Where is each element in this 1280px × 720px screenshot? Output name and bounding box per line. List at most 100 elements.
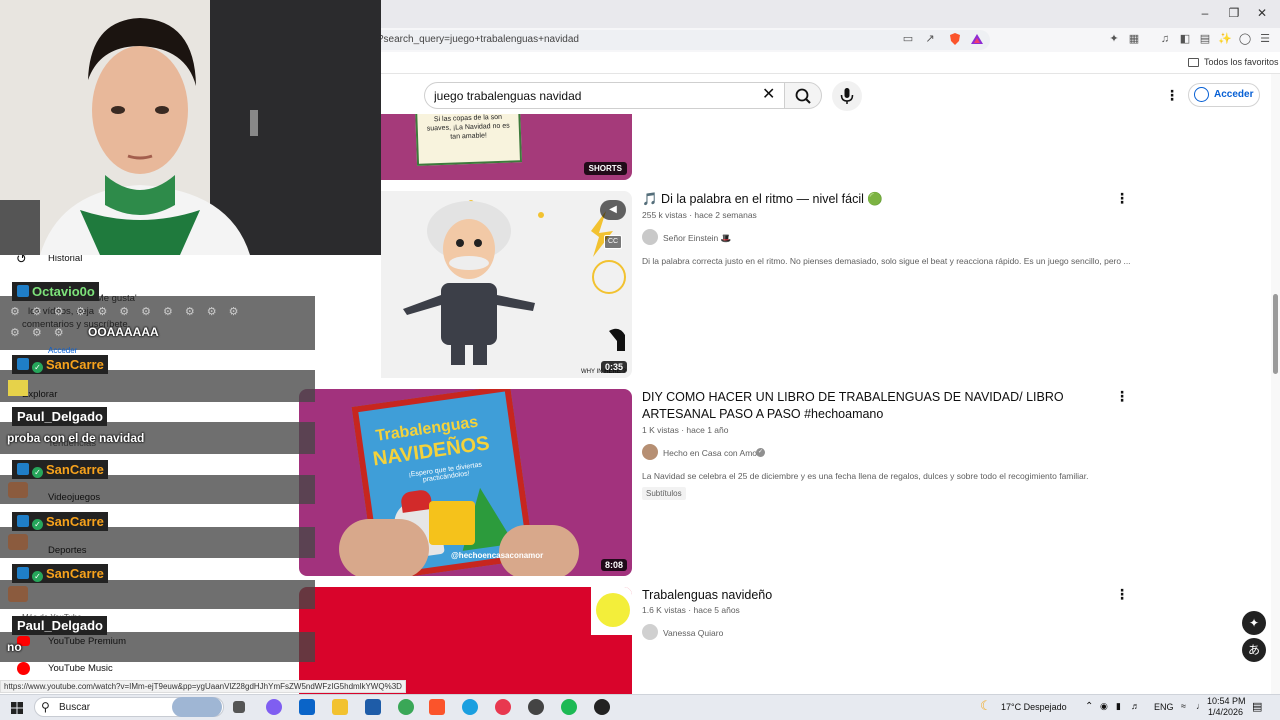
minimize-icon[interactable]: – <box>1196 6 1214 20</box>
video-duration: 8:08 <box>600 559 627 571</box>
tray-date[interactable]: 1/4/2026 <box>1208 707 1243 717</box>
verified-icon: ✓ <box>756 448 765 457</box>
tray-chevron-icon[interactable]: ⌃ <box>1085 701 1093 712</box>
settings-more-icon[interactable]: ⋮ <box>1165 88 1179 102</box>
channel-name[interactable]: Señor Einstein 🎩 <box>663 233 731 244</box>
channel-avatar[interactable] <box>642 444 658 460</box>
channel-name[interactable]: Hecho en Casa con Amor <box>663 448 760 458</box>
video-more-icon[interactable]: ⋮ <box>1115 191 1129 205</box>
app-icon[interactable] <box>594 699 610 715</box>
share-icon[interactable]: ↗ <box>923 32 937 46</box>
chat-emote <box>8 586 28 602</box>
sidebar-item-sports[interactable]: Deportes <box>48 545 87 556</box>
channel-name[interactable]: Vanessa Quiaro <box>663 628 723 638</box>
chat-username: Paul_Delgado <box>12 407 107 426</box>
reader-icon[interactable]: ▭ <box>901 32 915 46</box>
search-icon <box>795 88 811 104</box>
outlook-icon[interactable] <box>299 699 315 715</box>
restore-icon[interactable]: ❐ <box>1225 6 1243 20</box>
einstein-illustration <box>403 200 626 365</box>
microphone-icon <box>840 88 854 104</box>
windows-start-icon[interactable] <box>11 701 23 714</box>
sidebar-item-music[interactable]: YouTube Music <box>48 663 113 674</box>
sidebar-item-premium[interactable]: YouTube Premium <box>48 636 126 647</box>
tray-time[interactable]: 10:54 PM <box>1207 696 1246 706</box>
twitch-prime-icon <box>17 567 29 579</box>
copilot-icon[interactable] <box>266 699 282 715</box>
status-url: https://www.youtube.com/watch?v=IMm-ejT9… <box>0 680 406 693</box>
channel-avatar[interactable] <box>642 229 658 245</box>
clear-search-icon[interactable]: ✕ <box>762 86 775 104</box>
search-button[interactable] <box>784 82 822 109</box>
all-bookmarks-link[interactable]: Todos los favoritos <box>1204 57 1279 67</box>
close-icon[interactable]: ✕ <box>1253 6 1271 20</box>
extensions-icon[interactable]: ✦ <box>1107 32 1121 46</box>
signin-label: Acceder <box>1214 89 1254 100</box>
video-more-icon[interactable]: ⋮ <box>1115 389 1129 403</box>
video-thumbnail[interactable]: ◀ CC WHY IN HERE ? 0:35 <box>381 191 632 378</box>
voice-search-button[interactable] <box>832 81 862 111</box>
video-description: La Navidad se celebra el 25 de diciembre… <box>642 471 1089 481</box>
menu-icon[interactable]: ☰ <box>1258 32 1272 46</box>
chat-message: proba con el de navidad <box>7 431 145 445</box>
weather-text[interactable]: 17°C Despejado <box>1001 702 1067 712</box>
tray-speaker-icon[interactable]: ♩ <box>1196 701 1205 711</box>
brave-shield-icon[interactable] <box>948 32 962 46</box>
notification-icon[interactable]: ▤ <box>1252 700 1262 713</box>
thumb-card: Si las copas de la son suaves, ¡La Navid… <box>414 114 523 166</box>
tray-record-icon[interactable]: ◉ <box>1100 701 1108 712</box>
edge-icon[interactable] <box>462 699 478 715</box>
sidebar-liked-text: 'Me gusta' <box>94 293 137 304</box>
folder-icon <box>1188 58 1199 67</box>
translate-icon[interactable]: あ <box>1242 638 1266 662</box>
scrollbar-thumb[interactable] <box>1273 294 1278 374</box>
gift-box <box>429 501 475 545</box>
tray-volume-icon[interactable]: ♬ <box>1131 701 1140 711</box>
tray-wifi-icon[interactable]: ≈ <box>1181 701 1186 711</box>
chat-username: ✓ SanCarre <box>12 512 108 531</box>
video-description: Di la palabra correcta justo en el ritmo… <box>642 256 1131 266</box>
sidebar-icon[interactable]: ◧ <box>1178 32 1192 46</box>
shorts-thumbnail[interactable]: Si las copas de la son suaves, ¡La Navid… <box>381 114 632 180</box>
media-app-icon[interactable] <box>495 699 511 715</box>
account-icon <box>1194 87 1209 102</box>
rewards-icon[interactable] <box>970 32 984 46</box>
music-icon[interactable]: ♫ <box>1158 32 1172 46</box>
chat-username: ✓ SanCarre <box>12 355 108 374</box>
mute-icon[interactable]: ◀ <box>600 200 626 220</box>
sidebar-item-gaming[interactable]: Videojuegos <box>48 492 100 503</box>
search-input[interactable] <box>434 88 754 104</box>
chat-username: ✓ SanCarre <box>12 564 108 583</box>
video-thumbnail[interactable]: Trabalenguas NAVIDEÑOS ¡Espero que te di… <box>299 389 632 576</box>
brave-icon[interactable] <box>429 699 445 715</box>
captions-icon[interactable]: CC <box>604 235 622 249</box>
video-title[interactable]: 🎵 Di la palabra en el ritmo — nivel fáci… <box>642 191 1112 208</box>
santa-hat <box>399 488 433 513</box>
vpn-icon[interactable]: ◯ <box>1238 32 1252 46</box>
channel-avatar[interactable] <box>642 624 658 640</box>
video-more-icon[interactable]: ⋮ <box>1115 587 1129 601</box>
sidebar-signin[interactable]: Acceder <box>48 346 77 355</box>
twitch-prime-icon <box>17 358 29 370</box>
chrome-icon[interactable] <box>398 699 414 715</box>
scrollbar[interactable] <box>1271 74 1280 694</box>
leo-icon[interactable]: ✨ <box>1218 32 1232 46</box>
video-thumbnail[interactable] <box>299 587 632 694</box>
video-title[interactable]: Trabalenguas navideño <box>642 587 1112 604</box>
file-explorer-icon[interactable] <box>332 699 348 715</box>
wallet-icon[interactable]: ▤ <box>1198 32 1212 46</box>
chat-username: Octavio0o <box>12 282 99 301</box>
store-icon[interactable] <box>365 699 381 715</box>
downloads-icon[interactable]: ▦ <box>1127 32 1141 46</box>
video-title[interactable]: DIY COMO HACER UN LIBRO DE TRABALENGUAS … <box>642 389 1112 423</box>
youtube-music-icon <box>17 662 30 675</box>
chat-emote <box>8 380 28 396</box>
obs-icon[interactable] <box>528 699 544 715</box>
hand-left <box>339 519 429 576</box>
tray-language[interactable]: ENG <box>1154 702 1174 712</box>
ai-assistant-icon[interactable]: ✦ <box>1242 611 1266 635</box>
tray-mic-icon[interactable]: ▮ <box>1116 701 1121 712</box>
address-text[interactable]: ?search_query=juego+trabalenguas+navidad <box>378 34 579 45</box>
task-view-icon[interactable] <box>233 701 245 713</box>
spotify-icon[interactable] <box>561 699 577 715</box>
